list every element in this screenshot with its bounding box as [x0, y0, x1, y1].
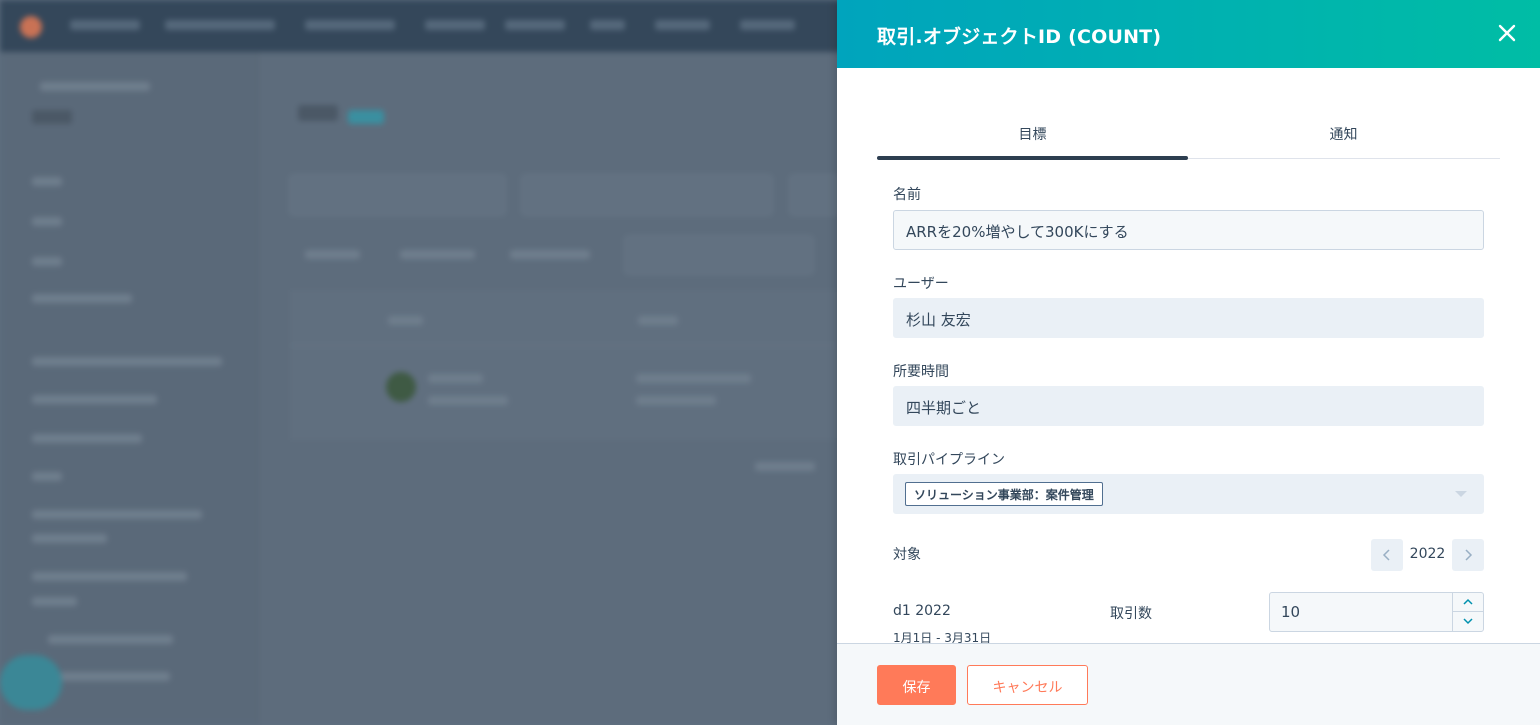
year-selector: 2022: [1371, 539, 1484, 571]
close-icon: [1498, 24, 1516, 42]
background-select: [790, 175, 838, 215]
background-nav-item: [165, 20, 275, 30]
chevron-up-icon: [1463, 598, 1473, 605]
year-value: 2022: [1409, 546, 1446, 562]
chevron-right-icon: [1465, 549, 1473, 561]
background-text: [32, 257, 62, 266]
chevron-left-icon: [1382, 549, 1390, 561]
background-text: [638, 316, 678, 325]
background-text: [32, 357, 222, 366]
next-year-button[interactable]: [1452, 539, 1484, 571]
deals-count-input[interactable]: 10: [1269, 592, 1484, 632]
tab-goal[interactable]: 目標: [877, 118, 1188, 160]
quantity-stepper: [1452, 593, 1483, 631]
target-label: 対象: [893, 547, 921, 563]
background-text: [32, 217, 62, 226]
background-nav-item: [655, 20, 710, 30]
user-label: ユーザー: [893, 276, 949, 292]
background-text: [428, 396, 508, 405]
chevron-down-icon: [1455, 491, 1467, 497]
close-button[interactable]: [1492, 18, 1522, 48]
background-avatar: [386, 372, 416, 402]
tab-notifications[interactable]: 通知: [1188, 118, 1499, 158]
pipeline-label: 取引パイプライン: [893, 452, 1005, 468]
panel-header: 取引.オブジェクトID (COUNT): [837, 0, 1540, 68]
background-text: [32, 177, 62, 186]
background-text: [32, 395, 157, 404]
panel-tabs: 目標 通知: [877, 118, 1500, 160]
background-text: [32, 434, 142, 443]
background-nav-item: [305, 20, 395, 30]
background-search: [290, 175, 505, 215]
user-field: 杉山 友宏: [893, 298, 1484, 338]
increment-button[interactable]: [1453, 593, 1483, 612]
background-chat-button: [0, 655, 62, 710]
background-text: [32, 510, 202, 519]
panel-title: 取引.オブジェクトID (COUNT): [877, 26, 1162, 48]
pipeline-select[interactable]: ソリューション事業部：案件管理: [893, 474, 1484, 514]
background-heading: [298, 105, 338, 121]
background-divider: [290, 345, 838, 346]
background-text: [32, 472, 62, 481]
background-nav-item: [425, 20, 485, 30]
background-button: [625, 236, 813, 274]
background-select: [522, 175, 772, 215]
background-text: [428, 374, 483, 383]
period-name: d1 2022: [893, 603, 951, 619]
panel-footer: 保存 キャンセル: [837, 643, 1540, 725]
cancel-button[interactable]: キャンセル: [967, 665, 1088, 705]
deals-count-label: 取引数: [1110, 606, 1152, 622]
duration-field: 四半期ごと: [893, 386, 1484, 426]
background-nav-item: [590, 20, 625, 30]
background-nav-item: [740, 20, 795, 30]
chevron-down-icon: [1463, 618, 1473, 625]
background-text: [636, 374, 751, 383]
background-text: [32, 294, 132, 303]
duration-label: 所要時間: [893, 364, 949, 380]
background-text: [40, 82, 150, 91]
previous-year-button[interactable]: [1371, 539, 1403, 571]
background-sidebar: [0, 52, 258, 725]
background-text: [60, 672, 170, 681]
decrement-button[interactable]: [1453, 612, 1483, 631]
background-nav-item: [505, 20, 565, 30]
background-table: [290, 290, 838, 440]
background-text: [32, 597, 77, 606]
background-text: [510, 250, 590, 259]
background-text: [388, 316, 423, 325]
background-nav-item: [70, 20, 140, 30]
deals-count-value: 10: [1281, 603, 1301, 621]
background-text: [400, 250, 475, 259]
background-text: [32, 572, 187, 581]
goal-edit-panel: 取引.オブジェクトID (COUNT) 目標 通知 名前 ARRを20%増やして…: [837, 0, 1540, 725]
name-input[interactable]: ARRを20%増やして300Kにする: [893, 210, 1484, 250]
background-text: [32, 110, 72, 124]
background-badge: [348, 110, 384, 124]
background-text: [48, 635, 173, 644]
background-text: [755, 462, 815, 471]
save-button[interactable]: 保存: [877, 665, 956, 705]
name-label: 名前: [893, 187, 921, 203]
background-text: [32, 534, 107, 543]
background-text: [636, 396, 716, 405]
pipeline-tag: ソリューション事業部：案件管理: [905, 482, 1103, 506]
background-text: [305, 250, 360, 259]
app-logo-icon: [20, 16, 42, 38]
